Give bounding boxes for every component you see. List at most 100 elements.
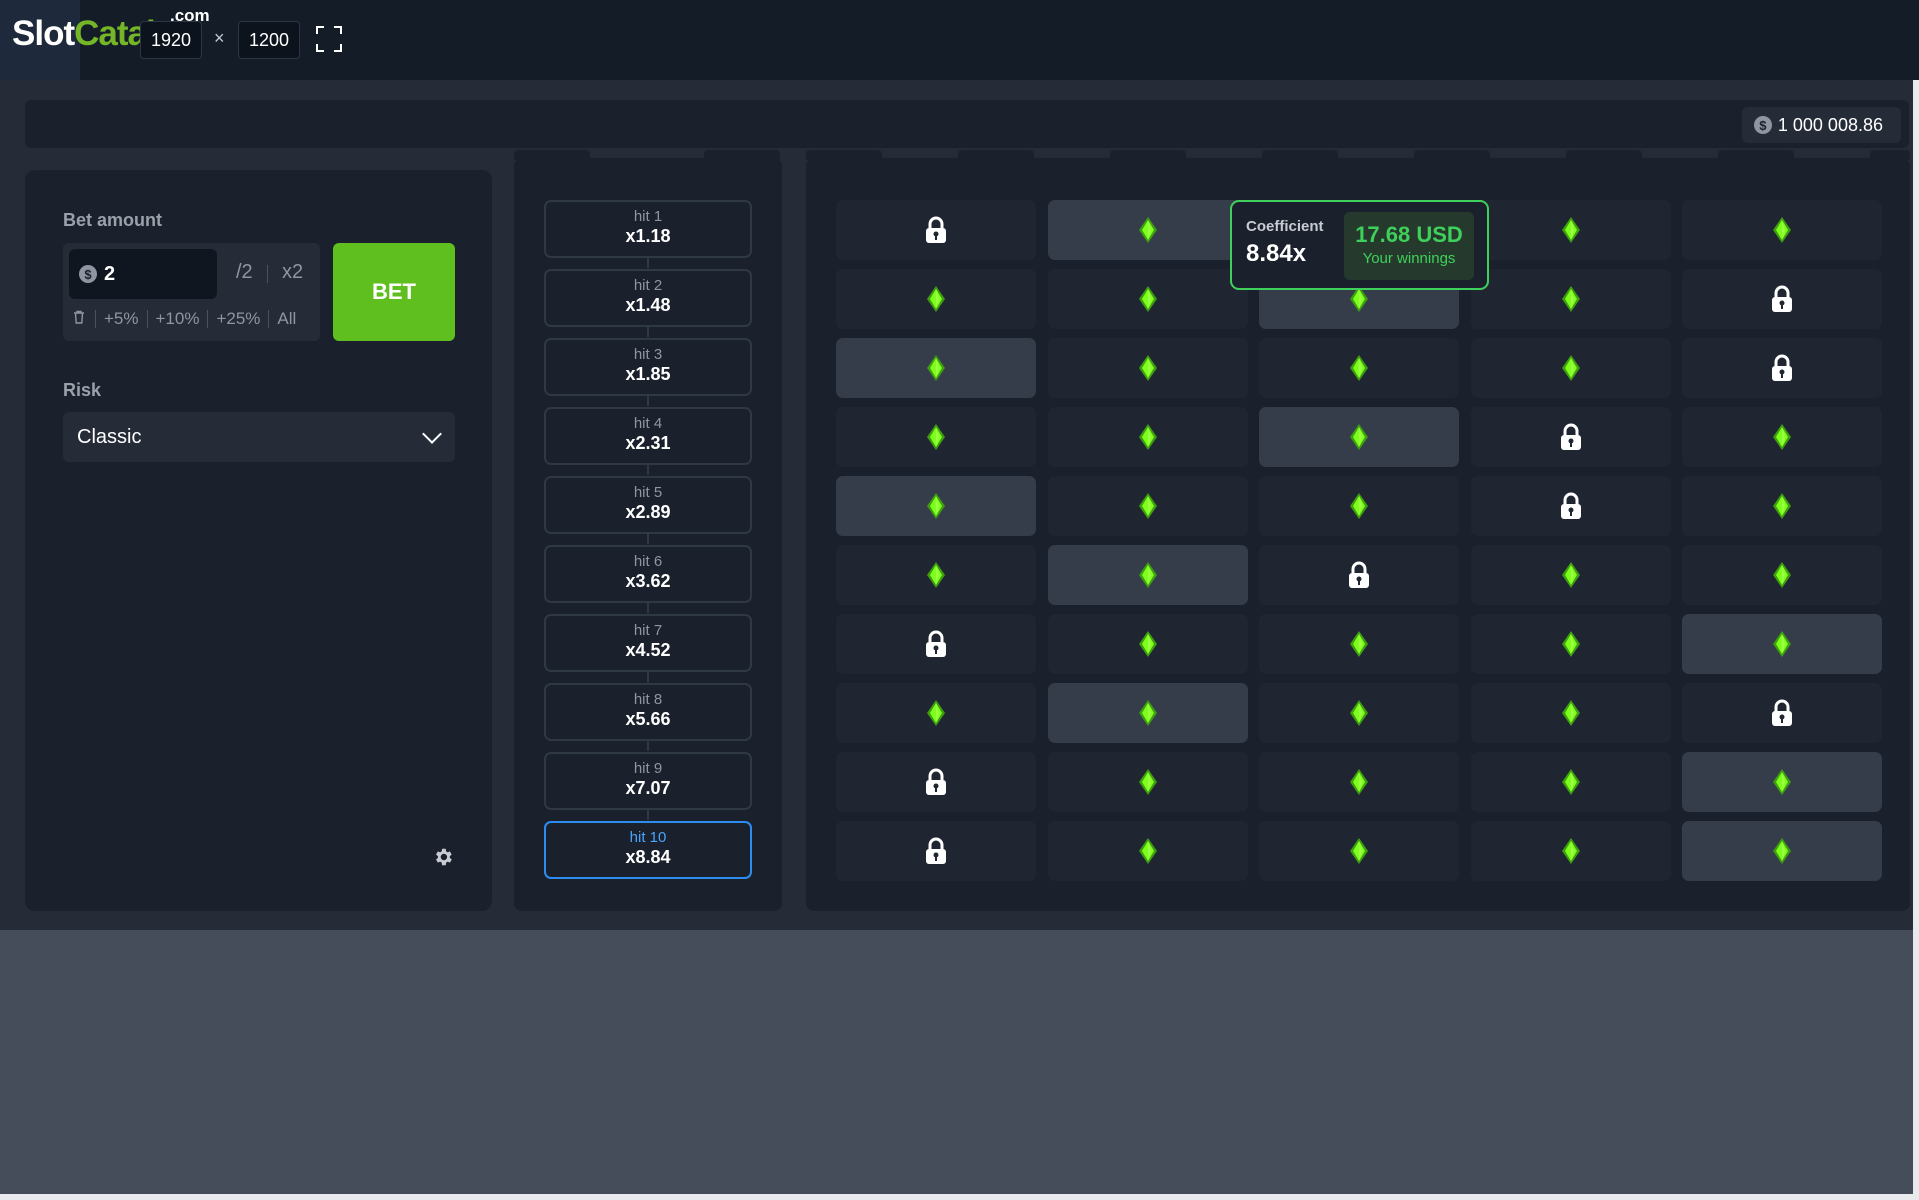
hit-multiplier-item: hit 9 x7.07: [544, 752, 752, 810]
board-cell[interactable]: [1047, 545, 1248, 605]
clear-bet-icon[interactable]: [69, 309, 95, 329]
board-cell[interactable]: [1047, 683, 1248, 743]
board-cell[interactable]: [1682, 752, 1882, 812]
fullscreen-icon[interactable]: [316, 26, 342, 52]
board-cell[interactable]: [836, 200, 1036, 260]
board-cell[interactable]: [1682, 407, 1882, 467]
bet-amount-input[interactable]: $ 2: [69, 249, 217, 299]
board-cell[interactable]: [1047, 407, 1248, 467]
board-cell[interactable]: [1682, 338, 1882, 398]
gem-icon: [1773, 769, 1791, 795]
lock-icon: [924, 630, 948, 658]
hit-connector: [647, 327, 649, 337]
board-cell[interactable]: [1047, 200, 1248, 260]
dollar-coin-icon: $: [79, 265, 97, 283]
gem-icon: [1773, 838, 1791, 864]
multiplier-column: hit 1 x1.18 hit 2 x1.48 hit 3 x1.85 hit 4 x2.31…: [514, 150, 782, 911]
board-cell[interactable]: [1259, 614, 1459, 674]
board-cell[interactable]: [1682, 614, 1882, 674]
board-cell[interactable]: [1259, 683, 1459, 743]
bet-button[interactable]: BET: [333, 243, 455, 341]
gem-icon: [1350, 631, 1368, 657]
board-cell[interactable]: [1047, 752, 1248, 812]
height-input[interactable]: 1200: [238, 21, 300, 59]
board-cell[interactable]: [1259, 338, 1459, 398]
board-cell[interactable]: [1470, 821, 1671, 881]
gem-icon: [1138, 631, 1157, 657]
risk-select[interactable]: Classic: [63, 412, 455, 462]
gem-icon: [1561, 631, 1580, 657]
bet-plus-5-button[interactable]: +5%: [95, 310, 147, 328]
bet-plus-10-button[interactable]: +10%: [146, 310, 208, 328]
bet-all-button[interactable]: All: [268, 310, 304, 328]
lock-icon: [1559, 492, 1583, 520]
board-cell[interactable]: [1470, 752, 1671, 812]
board-notch: [1566, 150, 1642, 160]
board-cell[interactable]: [1470, 338, 1671, 398]
board-cell[interactable]: [1259, 476, 1459, 536]
hit-multiplier: x1.48: [625, 295, 671, 315]
board-cell[interactable]: [1470, 614, 1671, 674]
bet-plus-25-button[interactable]: +25%: [207, 310, 268, 328]
board-cell[interactable]: [1259, 545, 1459, 605]
board-cell[interactable]: [836, 545, 1036, 605]
board-cell[interactable]: [1682, 545, 1882, 605]
winnings-box: 17.68 USD Your winnings: [1344, 212, 1474, 280]
gear-icon[interactable]: [432, 846, 454, 868]
board-cell[interactable]: [836, 476, 1036, 536]
board-cell[interactable]: [836, 821, 1036, 881]
board-cell[interactable]: [836, 407, 1036, 467]
hit-connector: [647, 396, 649, 406]
hit-multiplier-item: hit 2 x1.48: [544, 269, 752, 327]
board-notch: [1262, 150, 1338, 160]
board-cell[interactable]: [1470, 269, 1671, 329]
gem-icon: [927, 355, 945, 381]
board-cell[interactable]: [1682, 683, 1882, 743]
board-cell[interactable]: [1259, 752, 1459, 812]
board-cell[interactable]: [836, 269, 1036, 329]
board-cell[interactable]: [1470, 200, 1671, 260]
panel-notch: [704, 150, 780, 160]
hit-connector: [647, 465, 649, 475]
coefficient-value: 8.84x: [1246, 240, 1307, 267]
board-cell[interactable]: [1047, 821, 1248, 881]
width-input[interactable]: 1920: [140, 21, 202, 59]
board-cell[interactable]: [1682, 821, 1882, 881]
board-cell[interactable]: [836, 614, 1036, 674]
gem-icon: [1561, 217, 1580, 243]
half-bet-button[interactable]: /2: [236, 261, 253, 284]
board-cell[interactable]: [1047, 269, 1248, 329]
panel-notch: [514, 150, 590, 160]
board-cell[interactable]: [1682, 269, 1882, 329]
board-cell[interactable]: [1682, 200, 1882, 260]
balance-display: $ 1 000 008.86: [1741, 107, 1901, 143]
board-cell[interactable]: [1047, 476, 1248, 536]
hit-connector: [647, 810, 649, 820]
hit-multiplier-item: hit 1 x1.18: [544, 200, 752, 258]
dimension-separator: ×: [214, 28, 225, 48]
winnings-amount: 17.68 USD: [1355, 222, 1463, 247]
double-bet-button[interactable]: x2: [282, 261, 303, 284]
board-cell[interactable]: [1259, 407, 1459, 467]
hit-multiplier: x7.07: [625, 778, 671, 798]
board-cell[interactable]: [1470, 476, 1671, 536]
board-cell[interactable]: [1047, 614, 1248, 674]
hit-multiplier: x8.84: [625, 847, 671, 867]
board-cell[interactable]: [1470, 683, 1671, 743]
lock-icon: [1559, 423, 1583, 451]
board-cell[interactable]: [1047, 338, 1248, 398]
board-cell[interactable]: [836, 338, 1036, 398]
gem-icon: [1138, 700, 1157, 726]
board-cell[interactable]: [836, 683, 1036, 743]
board-cell[interactable]: [1470, 407, 1671, 467]
board-cell[interactable]: [836, 752, 1036, 812]
gem-icon: [1561, 286, 1580, 312]
board-cell[interactable]: [1682, 476, 1882, 536]
game-header: $ 1 000 008.86: [25, 100, 1909, 148]
scrollbar[interactable]: [1913, 80, 1919, 1194]
board-notch: [806, 150, 882, 160]
board-cell[interactable]: [1470, 545, 1671, 605]
board-cell[interactable]: [1259, 821, 1459, 881]
hit-multiplier-item: hit 8 x5.66: [544, 683, 752, 741]
hit-multiplier-item: hit 6 x3.62: [544, 545, 752, 603]
